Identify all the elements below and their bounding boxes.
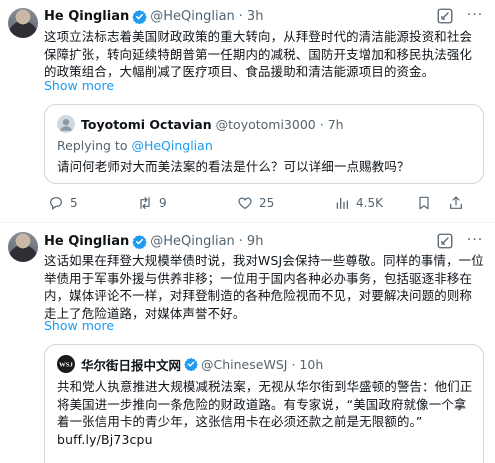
like-button[interactable]: 25: [237, 195, 274, 211]
verified-badge-icon[interactable]: [132, 9, 147, 24]
verified-badge-icon[interactable]: [132, 234, 147, 249]
tweet-actions: 5 9 25 4.5K: [44, 193, 484, 213]
tweet-time[interactable]: 3h: [247, 9, 264, 24]
quoted-author-handle: @toyotomi3000: [215, 116, 316, 132]
tweet-time[interactable]: 9h: [247, 234, 264, 249]
quoted-author-name: Toyotomi Octavian: [81, 116, 212, 132]
views-button[interactable]: 4.5K: [334, 195, 383, 211]
share-icon: [450, 196, 462, 209]
author-name[interactable]: He Qinglian: [44, 9, 129, 24]
reply-count: 5: [70, 196, 78, 210]
author-avatar[interactable]: [8, 232, 38, 262]
quoted-author-handle: @ChineseWSJ: [201, 356, 288, 372]
tweet[interactable]: He Qinglian @HeQinglian · 3h ··· 这项立法标志着…: [0, 0, 495, 222]
tweet-text: 这话如果在拜登大规模举债时说，我对WSJ会保持一些尊敬。同样的事情，一位举债用于…: [44, 253, 484, 321]
timeline-feed: He Qinglian @HeQinglian · 3h ··· 这项立法标志着…: [0, 0, 495, 463]
author-handle[interactable]: @HeQinglian: [150, 234, 235, 249]
quoted-tweet-body: 共和党人执意推进大规模减税法案，无视从华尔街到华盛顿的警告：他们正将美国进一步推…: [57, 379, 473, 429]
repost-icon: [140, 197, 150, 209]
bookmark-button[interactable]: [416, 195, 438, 211]
share-button[interactable]: [448, 195, 470, 211]
wsj-logo-avatar: WSJ: [57, 355, 75, 373]
separator-dot: ·: [238, 8, 243, 24]
quoted-tweet-text: 请问何老师对大而美法案的看法是什么？可以详细一点赐教吗？: [57, 159, 410, 174]
views-count: 4.5K: [356, 196, 383, 210]
views-icon: [336, 197, 348, 209]
quoted-tweet-time: 7h: [327, 116, 344, 132]
replying-to: Replying to @HeQinglian: [57, 138, 213, 153]
show-more-link[interactable]: Show more: [44, 318, 114, 333]
author-avatar[interactable]: [8, 8, 38, 38]
quoted-tweet-header: Toyotomi Octavian @toyotomi3000 · 7h: [57, 115, 344, 133]
verified-badge-icon: [184, 357, 198, 371]
tweet[interactable]: He Qinglian @HeQinglian · 9h ··· 这话如果在拜登…: [0, 222, 495, 463]
quoted-tweet-time: 10h: [299, 356, 324, 372]
like-count: 25: [259, 196, 275, 210]
svg-text:WSJ: WSJ: [59, 362, 74, 369]
reply-icon: [50, 197, 62, 210]
quoted-tweet[interactable]: Toyotomi Octavian @toyotomi3000 · 7h Rep…: [44, 104, 484, 184]
author-handle[interactable]: @HeQinglian: [150, 9, 235, 24]
show-more-link[interactable]: Show more: [44, 78, 114, 93]
like-icon: [238, 197, 252, 210]
grok-icon[interactable]: [436, 232, 454, 250]
replying-prefix: Replying to: [57, 138, 132, 153]
quoted-author-name: 华尔街日报中文网: [81, 357, 182, 373]
more-icon[interactable]: ···: [465, 231, 485, 249]
tweet-header: He Qinglian @HeQinglian · 9h: [44, 231, 263, 251]
bookmark-icon: [419, 196, 429, 210]
quoted-author-avatar: [57, 115, 75, 133]
reply-button[interactable]: 5: [48, 195, 78, 211]
tweet-text: 这项立法标志着美国财政政策的重大转向，从拜登时代的清洁能源投资和社会保障扩张，转…: [44, 29, 473, 79]
separator-dot: ·: [319, 116, 324, 132]
more-icon[interactable]: ···: [465, 6, 485, 24]
quoted-tweet-text: 共和党人执意推进大规模减税法案，无视从华尔街到华盛顿的警告：他们正将美国进一步推…: [57, 378, 473, 448]
author-name[interactable]: He Qinglian: [44, 234, 129, 249]
tweet-header: He Qinglian @HeQinglian · 3h: [44, 6, 263, 26]
quoted-tweet[interactable]: WSJ 华尔街日报中文网 @ChineseWSJ · 10h 共和党人执意推进大…: [44, 344, 484, 463]
quoted-tweet-link[interactable]: buff.ly/Bj73cpu: [57, 432, 153, 447]
separator-dot: ·: [238, 233, 243, 249]
quoted-tweet-header: WSJ 华尔街日报中文网 @ChineseWSJ · 10h: [57, 355, 323, 373]
replying-to-handle[interactable]: @HeQinglian: [131, 138, 212, 153]
repost-button[interactable]: 9: [137, 195, 167, 211]
grok-icon[interactable]: [436, 7, 454, 25]
separator-dot: ·: [291, 356, 296, 372]
repost-count: 9: [159, 196, 167, 210]
